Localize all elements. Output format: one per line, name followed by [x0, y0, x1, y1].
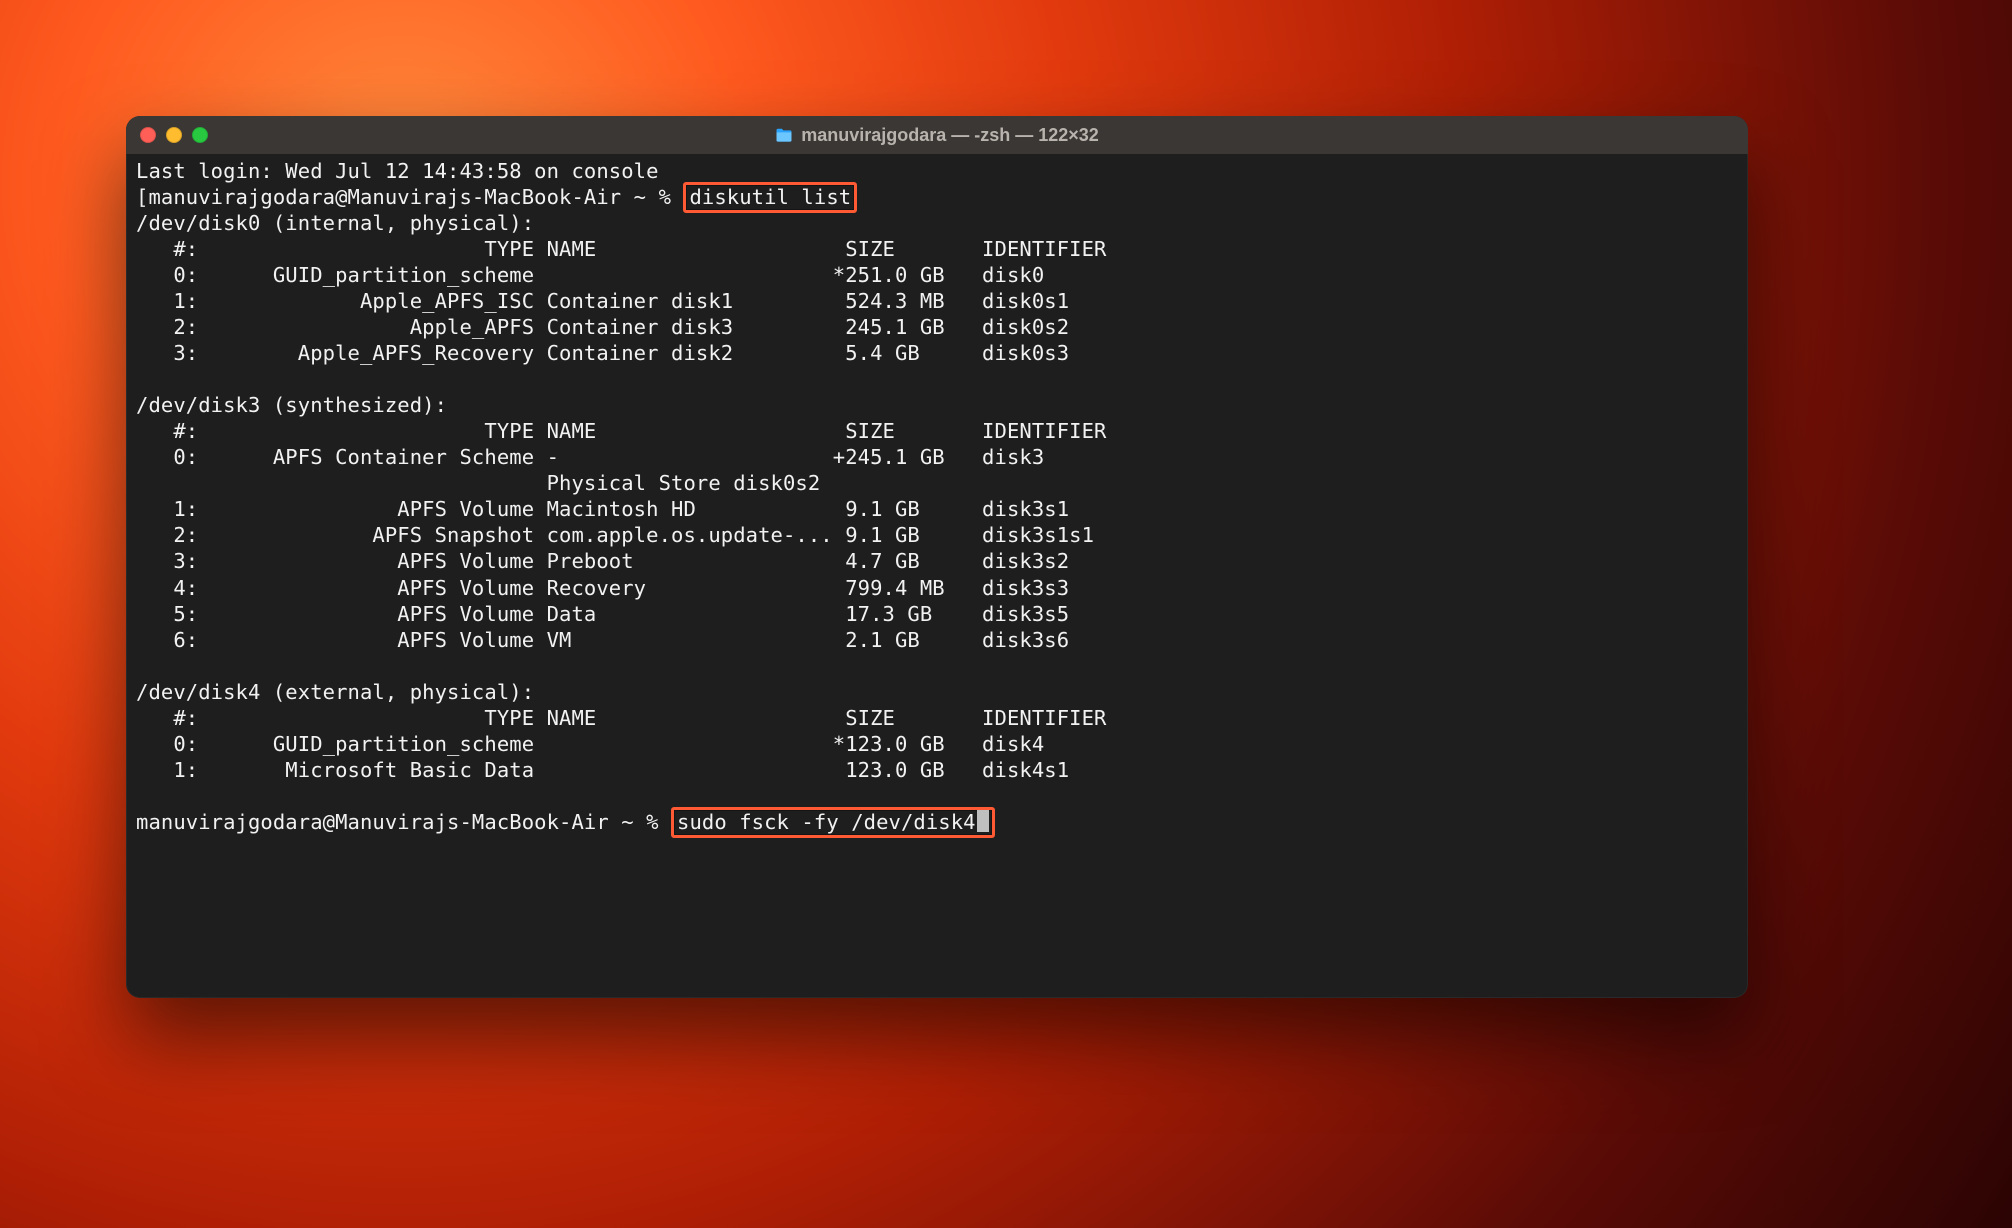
disk3-row: 0: APFS Container Scheme - +245.1 GB dis…	[136, 445, 1044, 469]
window-title: manuvirajgodara — -zsh — 122×32	[126, 125, 1748, 146]
terminal-content[interactable]: Last login: Wed Jul 12 14:43:58 on conso…	[126, 154, 1748, 845]
disk3-row: 2: APFS Snapshot com.apple.os.update-...…	[136, 523, 1094, 547]
last-login-line: Last login: Wed Jul 12 14:43:58 on conso…	[136, 159, 659, 183]
close-button[interactable]	[140, 127, 156, 143]
disk3-row: 3: APFS Volume Preboot 4.7 GB disk3s2	[136, 549, 1069, 573]
window-titlebar: manuvirajgodara — -zsh — 122×32	[126, 116, 1748, 154]
maximize-button[interactable]	[192, 127, 208, 143]
traffic-lights	[140, 127, 208, 143]
disk3-columns: #: TYPE NAME SIZE IDENTIFIER	[136, 419, 1106, 443]
disk0-row: 1: Apple_APFS_ISC Container disk1 524.3 …	[136, 289, 1069, 313]
prompt-1: [manuvirajgodara@Manuvirajs-MacBook-Air …	[136, 185, 683, 209]
disk3-header: /dev/disk3 (synthesized):	[136, 393, 447, 417]
disk0-row: 3: Apple_APFS_Recovery Container disk2 5…	[136, 341, 1069, 365]
disk4-row: 1: Microsoft Basic Data 123.0 GB disk4s1	[136, 758, 1069, 782]
disk4-columns: #: TYPE NAME SIZE IDENTIFIER	[136, 706, 1106, 730]
highlighted-cmd-2: sudo fsck -fy /dev/disk4	[671, 807, 995, 838]
disk4-row: 0: GUID_partition_scheme *123.0 GB disk4	[136, 732, 1044, 756]
disk0-header: /dev/disk0 (internal, physical):	[136, 211, 534, 235]
disk3-row: 6: APFS Volume VM 2.1 GB disk3s6	[136, 628, 1069, 652]
minimize-button[interactable]	[166, 127, 182, 143]
prompt-2: manuvirajgodara@Manuvirajs-MacBook-Air ~…	[136, 810, 671, 834]
folder-icon	[775, 128, 793, 143]
disk3-row: 4: APFS Volume Recovery 799.4 MB disk3s3	[136, 576, 1069, 600]
disk0-row: 2: Apple_APFS Container disk3 245.1 GB d…	[136, 315, 1069, 339]
window-title-text: manuvirajgodara — -zsh — 122×32	[801, 125, 1099, 146]
disk0-row: 0: GUID_partition_scheme *251.0 GB disk0	[136, 263, 1044, 287]
terminal-cursor	[977, 810, 989, 832]
disk3-row: Physical Store disk0s2	[136, 471, 820, 495]
disk3-row: 5: APFS Volume Data 17.3 GB disk3s5	[136, 602, 1069, 626]
disk0-columns: #: TYPE NAME SIZE IDENTIFIER	[136, 237, 1106, 261]
highlighted-cmd-1: diskutil list	[683, 182, 857, 213]
disk3-row: 1: APFS Volume Macintosh HD 9.1 GB disk3…	[136, 497, 1069, 521]
disk4-header: /dev/disk4 (external, physical):	[136, 680, 534, 704]
terminal-window: manuvirajgodara — -zsh — 122×32 Last log…	[126, 116, 1748, 998]
